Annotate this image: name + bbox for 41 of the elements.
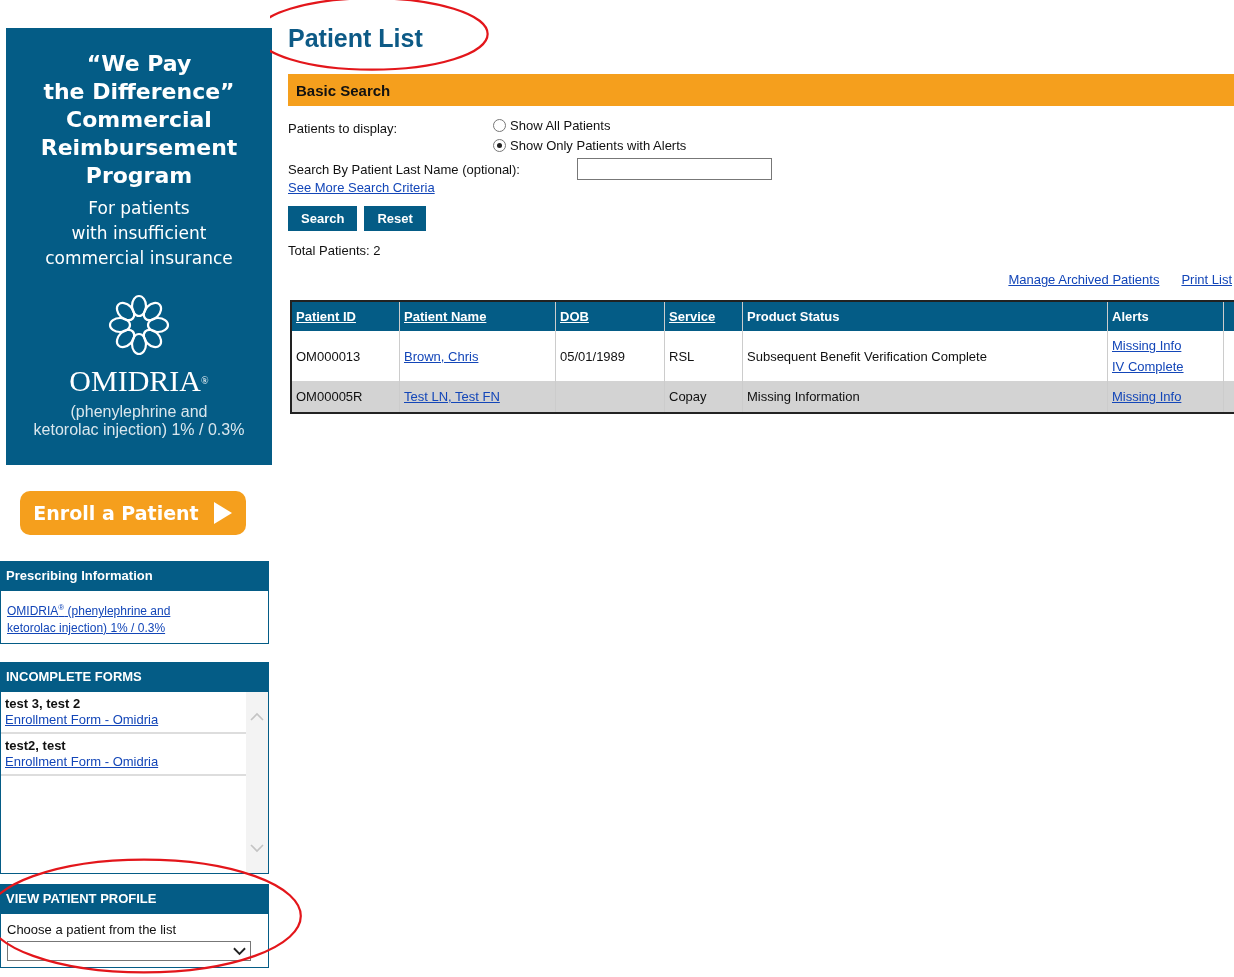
patient-select[interactable] [7,941,251,961]
column-header: Alerts [1112,309,1149,324]
chevron-down-icon [233,946,246,956]
alert-link[interactable]: Missing Info [1112,335,1219,356]
section-header: Basic Search [288,74,1234,106]
form-link[interactable]: Enrollment Form - Omidria [5,712,159,727]
column-header-link[interactable]: DOB [560,309,589,324]
toolbar-link[interactable]: Manage Archived Patients [1008,272,1160,287]
page-title: Patient List [288,23,423,54]
form-patient-name: test 3, test 2 [5,696,82,712]
select-label: Choose a patient from the list [7,922,178,937]
panel-title: Prescribing Information [1,562,268,591]
prescribing-link[interactable]: OMIDRIA$^{®}$ (phenylephrine and ketorolac injection) 1% / 0.3% [7,599,262,637]
promo-headline: “We Pay the Difference” Commercial Reimbursement Program [40,50,238,190]
panel-title: VIEW PATIENT PROFILE [1,885,268,914]
search-form-button[interactable]: Search [288,206,358,231]
radio-label: Show All Patients [510,118,611,133]
more-criteria-link[interactable]: See More Search Criteria [288,180,435,195]
form-link[interactable]: Enrollment Form - Omidria [5,754,159,769]
radio-label: Show Only Patients with Alerts [510,138,687,153]
patient-link[interactable]: Brown, Chris [404,348,479,364]
flower-logo-icon [107,293,171,357]
search-form-button[interactable]: Reset [364,206,426,231]
alert-link[interactable]: IV Complete [1112,356,1219,377]
panel-title: INCOMPLETE FORMS [1,663,268,692]
last-name-field[interactable] [577,158,772,180]
field-label: Search By Patient Last Name (optional): [288,161,521,177]
play-arrow-icon [212,501,233,525]
total-count: Total Patients: 2 [288,243,382,258]
generic-name: (phenylephrine and ketorolac injection) 1% / 0.3% [33,403,245,439]
radio-button[interactable] [493,139,506,152]
column-header: Product Status [747,309,840,324]
form-patient-name: test2, test [5,738,67,754]
table-cell: Copay [664,381,743,413]
toolbar-link[interactable]: Print List [1181,272,1232,287]
table-cell: Missing Information [742,381,1108,413]
promo-subhead: For patients with insufficient commercial insurance [45,197,233,270]
radio-button[interactable] [493,119,506,132]
field-label: Patients to display: [288,120,399,138]
brand-name: OMIDRIA$^{®}$ [69,365,209,397]
table-cell: OM00005R [291,381,400,413]
